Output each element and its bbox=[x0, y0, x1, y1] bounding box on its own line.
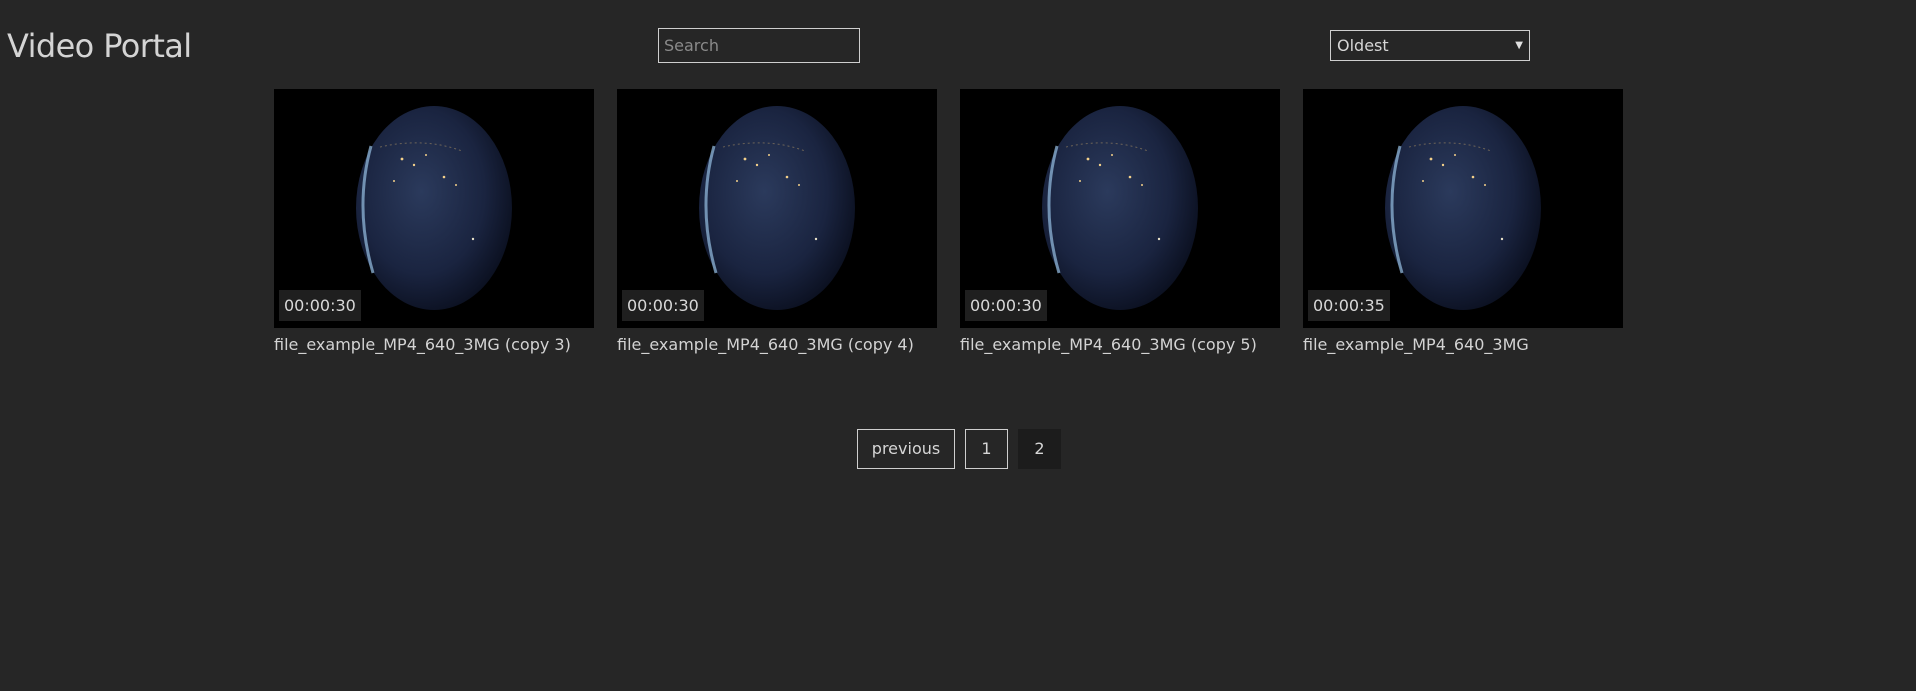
dropdown-caret-icon: ▼ bbox=[1515, 40, 1523, 51]
sort-selected-value: Oldest bbox=[1337, 36, 1389, 55]
video-card[interactable]: 00:00:35 file_example_MP4_640_3MG bbox=[1303, 89, 1623, 356]
video-title[interactable]: file_example_MP4_640_3MG (copy 3) bbox=[274, 334, 594, 356]
page: Video Portal Oldest ▼ bbox=[0, 0, 1916, 691]
search-input[interactable] bbox=[658, 28, 860, 63]
previous-page-button[interactable]: previous bbox=[857, 429, 955, 469]
video-thumbnail[interactable]: 00:00:30 bbox=[274, 89, 594, 328]
video-card[interactable]: 00:00:30 file_example_MP4_640_3MG (copy … bbox=[960, 89, 1280, 356]
video-thumbnail[interactable]: 00:00:35 bbox=[1303, 89, 1623, 328]
video-duration: 00:00:30 bbox=[965, 290, 1047, 321]
page-1-button[interactable]: 1 bbox=[965, 429, 1008, 469]
video-duration: 00:00:30 bbox=[622, 290, 704, 321]
video-title[interactable]: file_example_MP4_640_3MG (copy 5) bbox=[960, 334, 1280, 356]
video-title[interactable]: file_example_MP4_640_3MG (copy 4) bbox=[617, 334, 937, 356]
video-duration: 00:00:35 bbox=[1308, 290, 1390, 321]
video-thumbnail[interactable]: 00:00:30 bbox=[960, 89, 1280, 328]
page-2-button[interactable]: 2 bbox=[1018, 429, 1061, 469]
video-thumbnail[interactable]: 00:00:30 bbox=[617, 89, 937, 328]
video-title[interactable]: file_example_MP4_640_3MG bbox=[1303, 334, 1623, 356]
video-card[interactable]: 00:00:30 file_example_MP4_640_3MG (copy … bbox=[617, 89, 937, 356]
video-card[interactable]: 00:00:30 file_example_MP4_640_3MG (copy … bbox=[274, 89, 594, 356]
sort-select[interactable]: Oldest ▼ bbox=[1330, 30, 1530, 61]
video-duration: 00:00:30 bbox=[279, 290, 361, 321]
site-title: Video Portal bbox=[7, 27, 192, 65]
video-grid: 00:00:30 file_example_MP4_640_3MG (copy … bbox=[274, 89, 1624, 359]
